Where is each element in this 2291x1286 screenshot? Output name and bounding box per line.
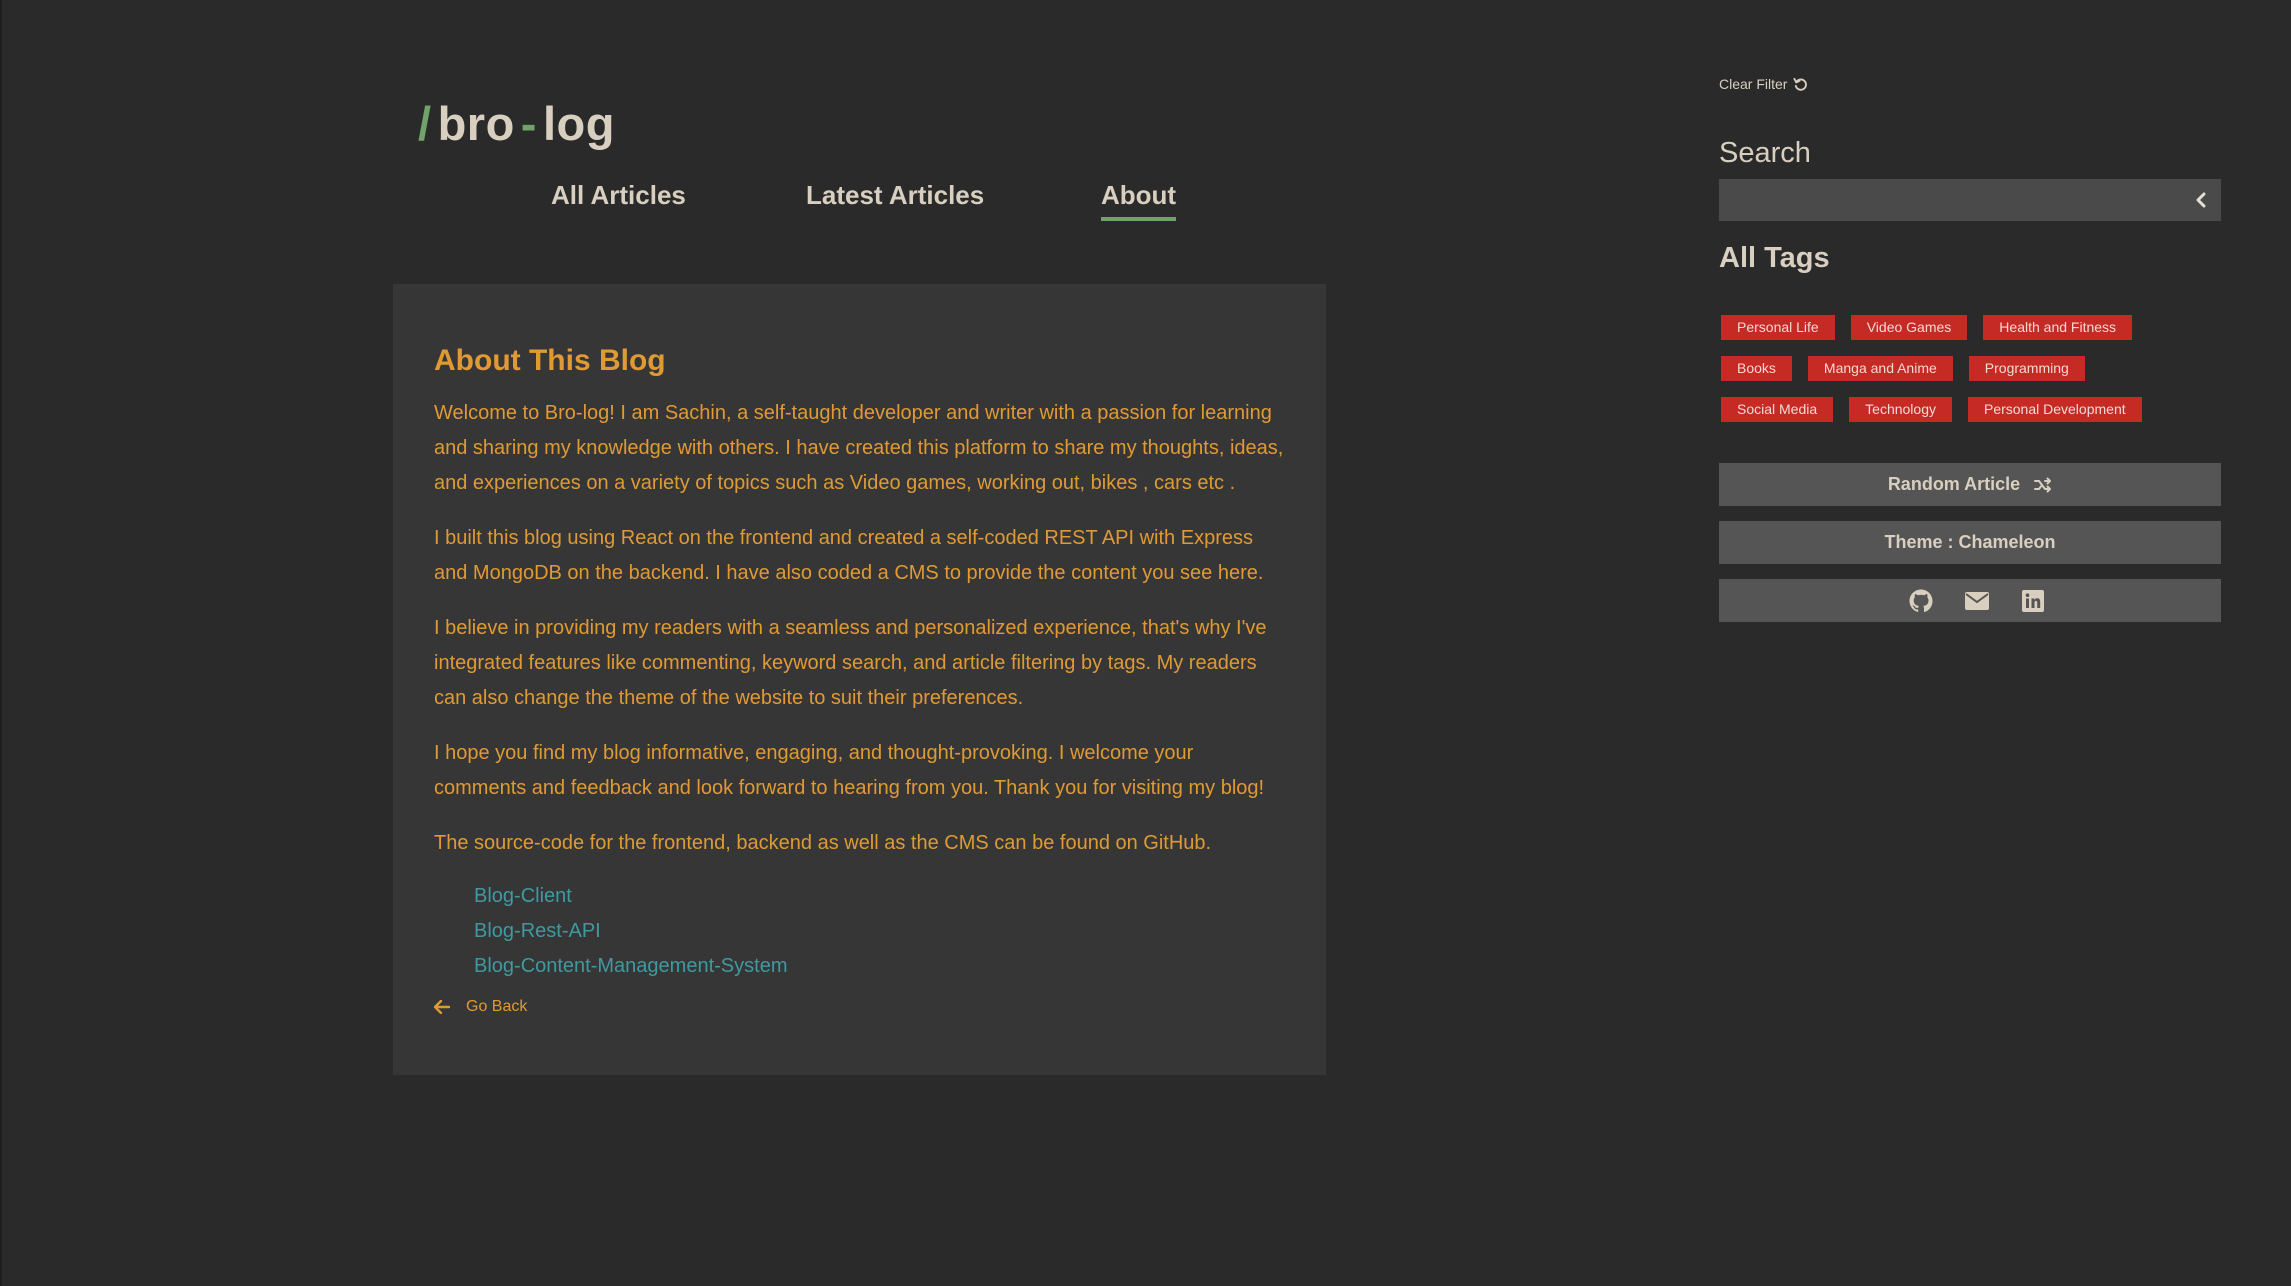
shuffle-icon xyxy=(2034,477,2052,492)
arrow-left-icon xyxy=(434,1000,450,1014)
search-box xyxy=(1719,179,2221,221)
logo-part2: log xyxy=(542,97,615,150)
tag-manga-and-anime[interactable]: Manga and Anime xyxy=(1807,356,1953,381)
theme-label: Theme : Chameleon xyxy=(1884,532,2056,552)
nav-latest-articles[interactable]: Latest Articles xyxy=(806,180,984,217)
tags-title: All Tags xyxy=(1719,242,1830,274)
about-paragraph: I hope you find my blog informative, eng… xyxy=(434,742,1265,799)
tag-row: Books Manga and Anime Programming xyxy=(1721,356,2101,381)
list-item: Blog-Client xyxy=(474,879,1286,914)
about-paragraph: I built this blog using React on the fro… xyxy=(434,527,1264,584)
link-blog-client[interactable]: Blog-Client xyxy=(474,885,572,907)
social-links-bar xyxy=(1719,579,2221,622)
tag-health-and-fitness[interactable]: Health and Fitness xyxy=(1983,315,2133,340)
logo-part1: bro xyxy=(437,97,515,150)
about-paragraph: Welcome to Bro-log! I am Sachin, a self-… xyxy=(434,402,1284,494)
list-item: Blog-Content-Management-System xyxy=(474,949,1286,984)
tag-technology[interactable]: Technology xyxy=(1849,397,1952,422)
tag-books[interactable]: Books xyxy=(1721,356,1792,381)
tag-personal-life[interactable]: Personal Life xyxy=(1721,315,1835,340)
about-title: About This Blog xyxy=(434,344,666,377)
nav-all-articles[interactable]: All Articles xyxy=(551,180,686,217)
tag-row: Social Media Technology Personal Develop… xyxy=(1721,397,2158,422)
go-back-label: Go Back xyxy=(466,998,528,1015)
logo-dash: - xyxy=(520,97,537,150)
search-input[interactable] xyxy=(1719,179,2181,221)
about-paragraph: The source-code for the frontend, backen… xyxy=(434,832,1212,854)
nav-about[interactable]: About xyxy=(1101,180,1177,221)
source-links-list: Blog-Client Blog-Rest-API Blog-Content-M… xyxy=(434,879,1286,984)
github-icon[interactable] xyxy=(1886,589,1942,613)
theme-button[interactable]: Theme : Chameleon xyxy=(1719,521,2221,564)
chevron-left-icon[interactable] xyxy=(2181,192,2221,208)
link-blog-cms[interactable]: Blog-Content-Management-System xyxy=(474,955,787,977)
tag-programming[interactable]: Programming xyxy=(1968,356,2085,381)
link-blog-rest-api[interactable]: Blog-Rest-API xyxy=(474,920,601,942)
reset-icon xyxy=(1793,77,1808,91)
tag-row: Personal Life Video Games Health and Fit… xyxy=(1721,315,2148,340)
email-icon[interactable] xyxy=(1942,591,1998,610)
about-paragraph: I believe in providing my readers with a… xyxy=(434,617,1267,709)
tag-video-games[interactable]: Video Games xyxy=(1850,315,1968,340)
main-nav: All Articles Latest Articles About xyxy=(0,180,1330,221)
list-item: Blog-Rest-API xyxy=(474,914,1286,949)
go-back-button[interactable]: Go Back xyxy=(434,998,1286,1016)
tag-personal-development[interactable]: Personal Development xyxy=(1967,397,2142,422)
linkedin-icon[interactable] xyxy=(1998,589,2054,612)
random-article-label: Random Article xyxy=(1887,474,2021,494)
clear-filter-button[interactable]: Clear Filter xyxy=(1719,76,1808,92)
tag-social-media[interactable]: Social Media xyxy=(1721,397,1834,422)
logo-slash: / xyxy=(418,97,432,150)
clear-filter-label: Clear Filter xyxy=(1719,76,1788,92)
about-card: About This Blog Welcome to Bro-log! I am… xyxy=(393,284,1326,1075)
search-title: Search xyxy=(1719,137,1811,169)
random-article-button[interactable]: Random Article xyxy=(1719,463,2221,506)
site-logo[interactable]: / bro - log xyxy=(418,96,615,151)
